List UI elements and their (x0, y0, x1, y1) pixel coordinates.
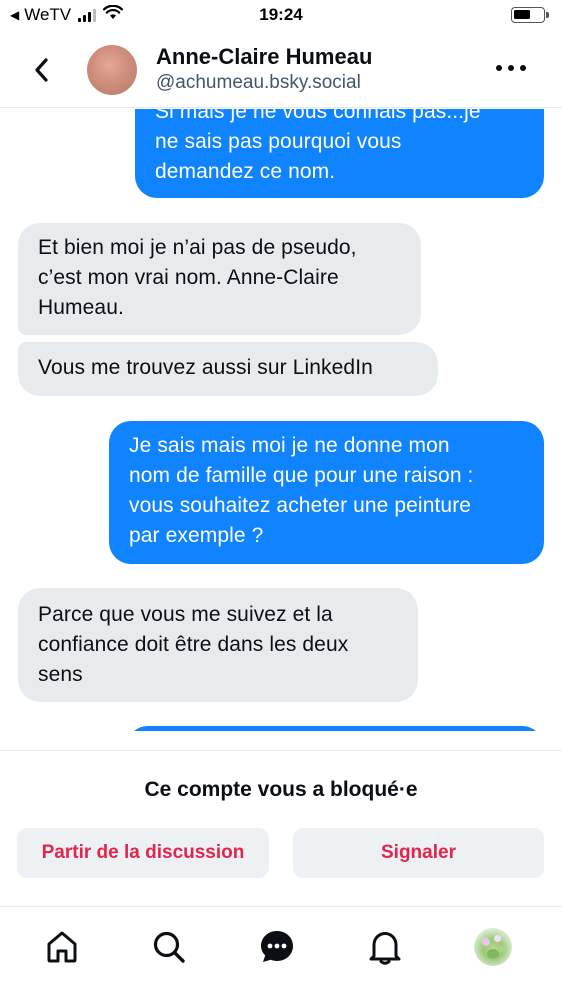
status-bar: ◀ WeTV 19:24 (0, 0, 562, 32)
back-button[interactable] (26, 54, 58, 86)
blocked-title: Ce compte vous a bloqué·e (144, 778, 418, 801)
dot-icon (508, 65, 514, 71)
conversation-header: Anne-Claire Humeau @achumeau.bsky.social (0, 32, 562, 108)
message-bubble-incoming[interactable]: Vous me trouvez aussi sur LinkedIn (18, 342, 438, 396)
nav-chat[interactable] (257, 927, 297, 967)
report-button[interactable]: Signaler (293, 828, 544, 878)
message-bubble-outgoing-partial[interactable] (126, 726, 544, 731)
profile-avatar (474, 928, 512, 966)
more-options-button[interactable] (496, 58, 526, 78)
bottom-nav (0, 906, 562, 1000)
battery-icon (511, 7, 549, 23)
nav-profile[interactable] (473, 927, 513, 967)
message-bubble-incoming[interactable]: Parce que vous me suivez et la confiance… (18, 588, 418, 702)
message-bubble-outgoing[interactable]: Si mais je ne vous connais pas...je ne s… (135, 109, 544, 198)
dot-icon (520, 65, 526, 71)
nav-home[interactable] (42, 927, 82, 967)
status-time: 19:24 (259, 5, 303, 24)
dot-icon (496, 65, 502, 71)
nav-notifications[interactable] (365, 927, 405, 967)
chat-icon (261, 931, 293, 962)
message-list[interactable]: Si mais je ne vous connais pas...je ne s… (0, 109, 562, 731)
message-bubble-outgoing[interactable]: Je sais mais moi je ne donne mon nom de … (109, 421, 544, 564)
leave-conversation-button[interactable]: Partir de la discussion (17, 828, 269, 878)
bell-icon (369, 932, 401, 965)
contact-handle[interactable]: @achumeau.bsky.social (156, 72, 361, 94)
avatar[interactable] (87, 45, 137, 95)
search-icon (153, 931, 185, 963)
blocked-notice: Ce compte vous a bloqué·e Partir de la d… (0, 750, 562, 906)
contact-name[interactable]: Anne-Claire Humeau (156, 44, 372, 70)
chevron-left-icon (35, 58, 48, 82)
home-icon (47, 931, 77, 963)
message-bubble-incoming[interactable]: Et bien moi je n’ai pas de pseudo, c’est… (18, 223, 421, 335)
nav-search[interactable] (149, 927, 189, 967)
